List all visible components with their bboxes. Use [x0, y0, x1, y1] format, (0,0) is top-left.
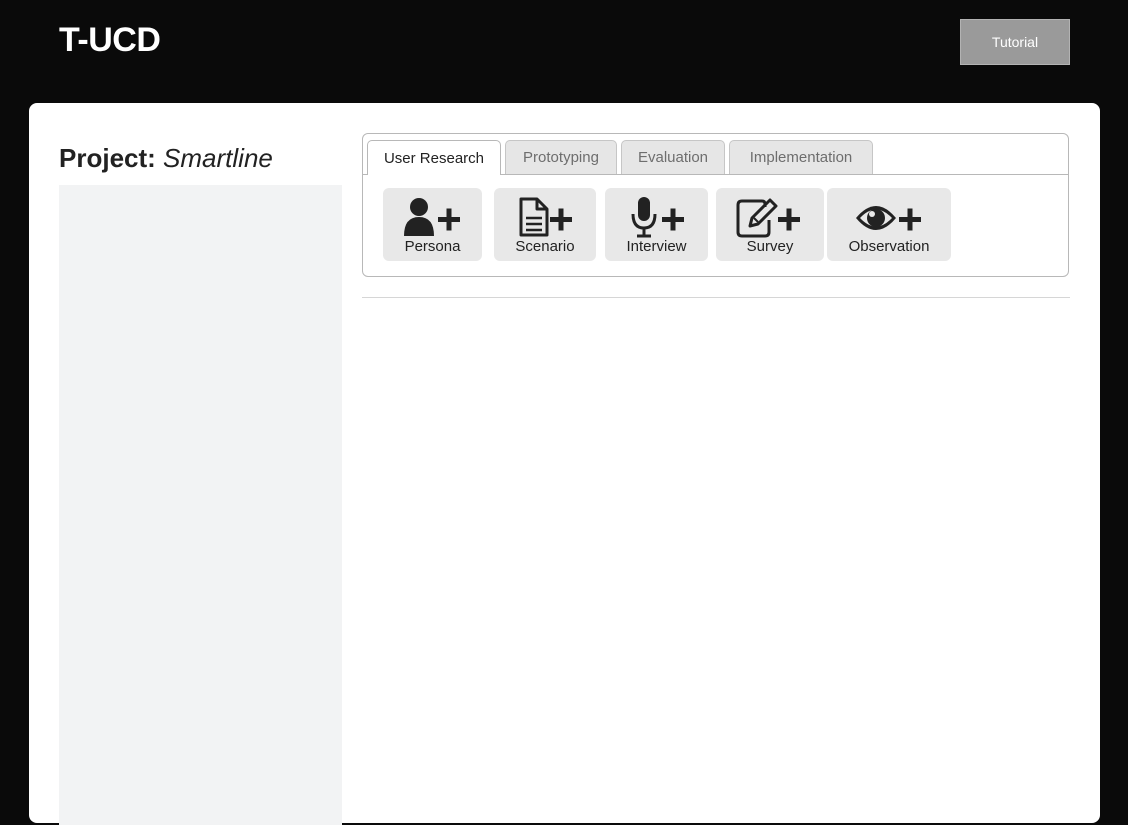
- add-persona-button[interactable]: Persona: [383, 188, 482, 261]
- edit-plus-icon: [736, 198, 800, 238]
- add-survey-button[interactable]: Survey: [716, 188, 824, 261]
- microphone-plus-icon: [631, 197, 684, 238]
- tutorial-button[interactable]: Tutorial: [960, 19, 1070, 65]
- main-card: Project: Smartline User Research Prototy…: [29, 103, 1100, 825]
- content-divider: [362, 297, 1070, 298]
- project-name: Smartline: [163, 143, 273, 173]
- tab-bar: User Research Prototyping Evaluation Imp…: [363, 134, 1068, 175]
- add-interview-button[interactable]: Interview: [605, 188, 708, 261]
- persona-label: Persona: [404, 238, 461, 255]
- phase-tab-panel: User Research Prototyping Evaluation Imp…: [362, 133, 1069, 277]
- user-plus-icon: [403, 198, 460, 236]
- interview-label: Interview: [626, 238, 687, 255]
- tab-prototyping[interactable]: Prototyping: [505, 140, 617, 174]
- file-plus-icon: [519, 197, 572, 237]
- tab-user-research[interactable]: User Research: [367, 140, 501, 175]
- tab-evaluation[interactable]: Evaluation: [621, 140, 725, 174]
- tab-implementation[interactable]: Implementation: [729, 140, 873, 174]
- survey-label: Survey: [746, 238, 794, 255]
- add-observation-button[interactable]: Observation: [827, 188, 951, 261]
- scenario-label: Scenario: [515, 238, 575, 255]
- eye-plus-icon: [856, 206, 921, 231]
- project-sidebar: [59, 185, 342, 825]
- project-label: Project:: [59, 143, 156, 173]
- observation-label: Observation: [848, 238, 930, 255]
- app-logo: T-UCD: [59, 21, 161, 59]
- project-title: Project: Smartline: [59, 143, 273, 173]
- add-scenario-button[interactable]: Scenario: [494, 188, 596, 261]
